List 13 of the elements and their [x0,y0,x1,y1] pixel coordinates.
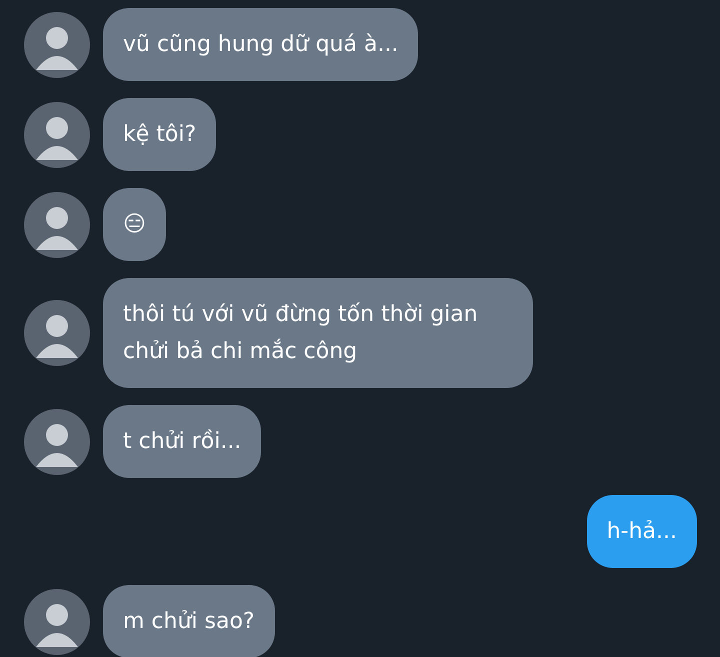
message-bubble: vũ cũng hung dữ quá à... [103,8,418,81]
message-bubble: 😑 [103,188,166,261]
message-bubble: m chửi sao? [103,585,275,657]
message-bubble: t chửi rồi... [103,405,262,478]
avatar-icon[interactable] [24,300,90,366]
avatar-icon[interactable] [24,192,90,258]
message-bubble: thôi tú với vũ đừng tốn thời gian chửi bả chi mắc công [103,278,533,388]
avatar-icon[interactable] [24,588,90,654]
avatar-icon[interactable] [24,12,90,78]
avatar-icon[interactable] [24,408,90,474]
message-bubble: kệ tôi? [103,98,216,171]
message-bubble: h-hả... [586,495,697,568]
avatar-icon[interactable] [24,102,90,168]
